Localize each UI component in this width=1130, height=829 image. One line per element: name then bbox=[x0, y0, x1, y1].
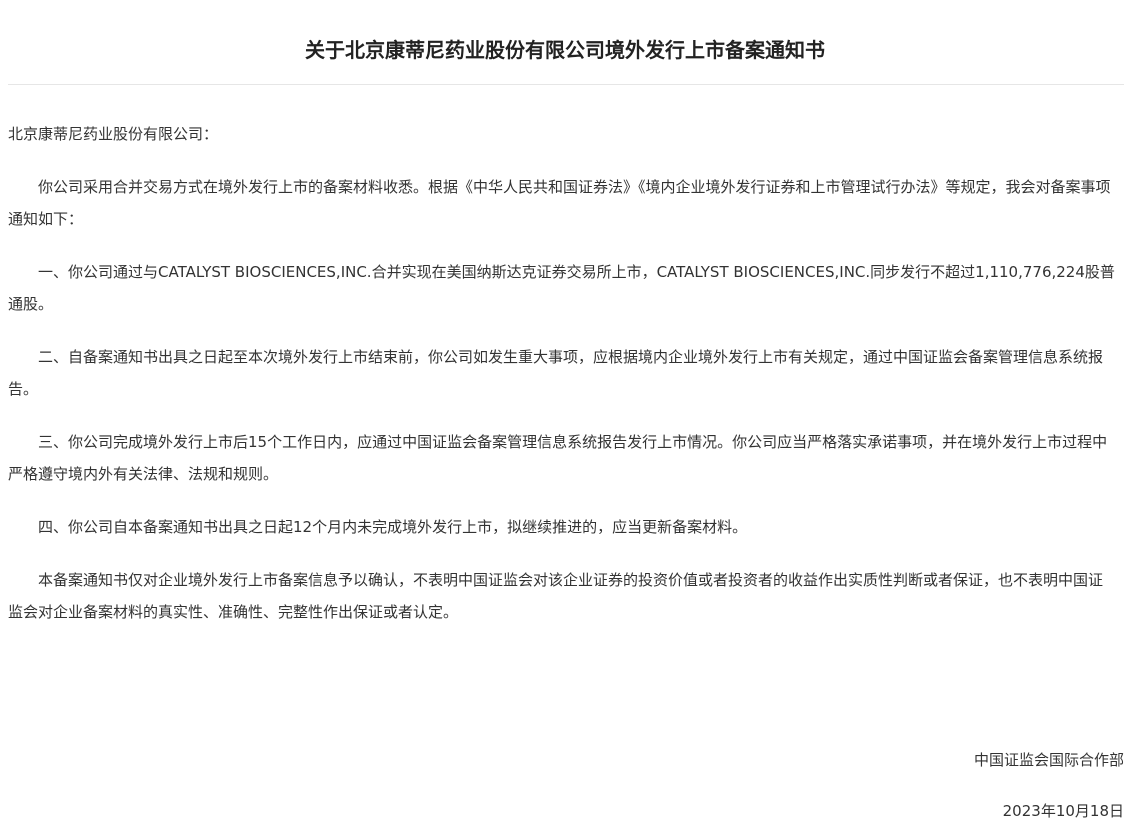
document-title: 关于北京康蒂尼药业股份有限公司境外发行上市备案通知书 bbox=[305, 38, 825, 63]
salutation: 北京康蒂尼药业股份有限公司： bbox=[8, 125, 219, 143]
item-two-paragraph: 二、自备案通知书出具之日起至本次境外发行上市结束前，你公司如发生重大事项，应根据… bbox=[8, 348, 1104, 398]
item-four-paragraph: 四、你公司自本备案通知书出具之日起12个月内未完成境外发行上市，拟继续推进的，应… bbox=[38, 518, 748, 536]
intro-paragraph: 你公司采用合并交易方式在境外发行上市的备案材料收悉。根据《中华人民共和国证券法》… bbox=[8, 178, 1111, 228]
disclaimer-paragraph: 本备案通知书仅对企业境外发行上市备案信息予以确认，不表明中国证监会对该企业证券的… bbox=[8, 571, 1104, 621]
notice-page: 关于北京康蒂尼药业股份有限公司境外发行上市备案通知书 北京康蒂尼药业股份有限公司… bbox=[0, 0, 1130, 829]
title-divider bbox=[8, 84, 1124, 85]
issuer-signature: 中国证监会国际合作部 bbox=[973, 751, 1124, 769]
document-body: 北京康蒂尼药业股份有限公司： 你公司采用合并交易方式在境外发行上市的备案材料收悉… bbox=[8, 118, 1116, 649]
item-three-paragraph: 三、你公司完成境外发行上市后15个工作日内，应通过中国证监会备案管理信息系统报告… bbox=[8, 433, 1108, 483]
issue-date: 2023年10月18日 bbox=[1002, 802, 1124, 820]
item-one-paragraph: 一、你公司通过与CATALYST BIOSCIENCES,INC.合并实现在美国… bbox=[8, 263, 1115, 313]
